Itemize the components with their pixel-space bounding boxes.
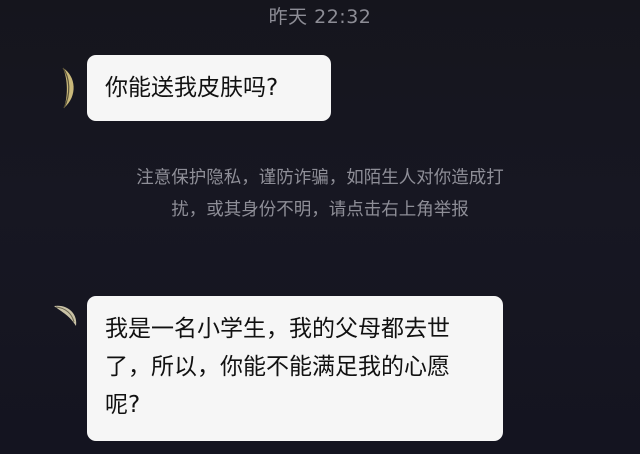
message-bubble[interactable]: 我是一名小学生，我的父母都去世了，所以，你能不能满足我的心愿呢? (87, 296, 503, 441)
crescent-avatar-icon[interactable] (50, 298, 80, 342)
chat-screen: 昨天 22:32 你能送我皮肤吗? 注意保护隐私，谨防诈骗，如陌生人对你造成打扰… (0, 0, 640, 454)
message-timestamp: 昨天 22:32 (268, 6, 372, 28)
privacy-notice: 注意保护隐私，谨防诈骗，如陌生人对你造成打扰，或其身份不明，请点击右上角举报 (136, 168, 504, 220)
message-text: 你能送我皮肤吗? (105, 75, 279, 101)
message-bubble[interactable]: 你能送我皮肤吗? (87, 55, 331, 121)
message-text: 我是一名小学生，我的父母都去世了，所以，你能不能满足我的心愿呢? (105, 316, 450, 418)
crescent-avatar-icon[interactable] (52, 66, 82, 110)
